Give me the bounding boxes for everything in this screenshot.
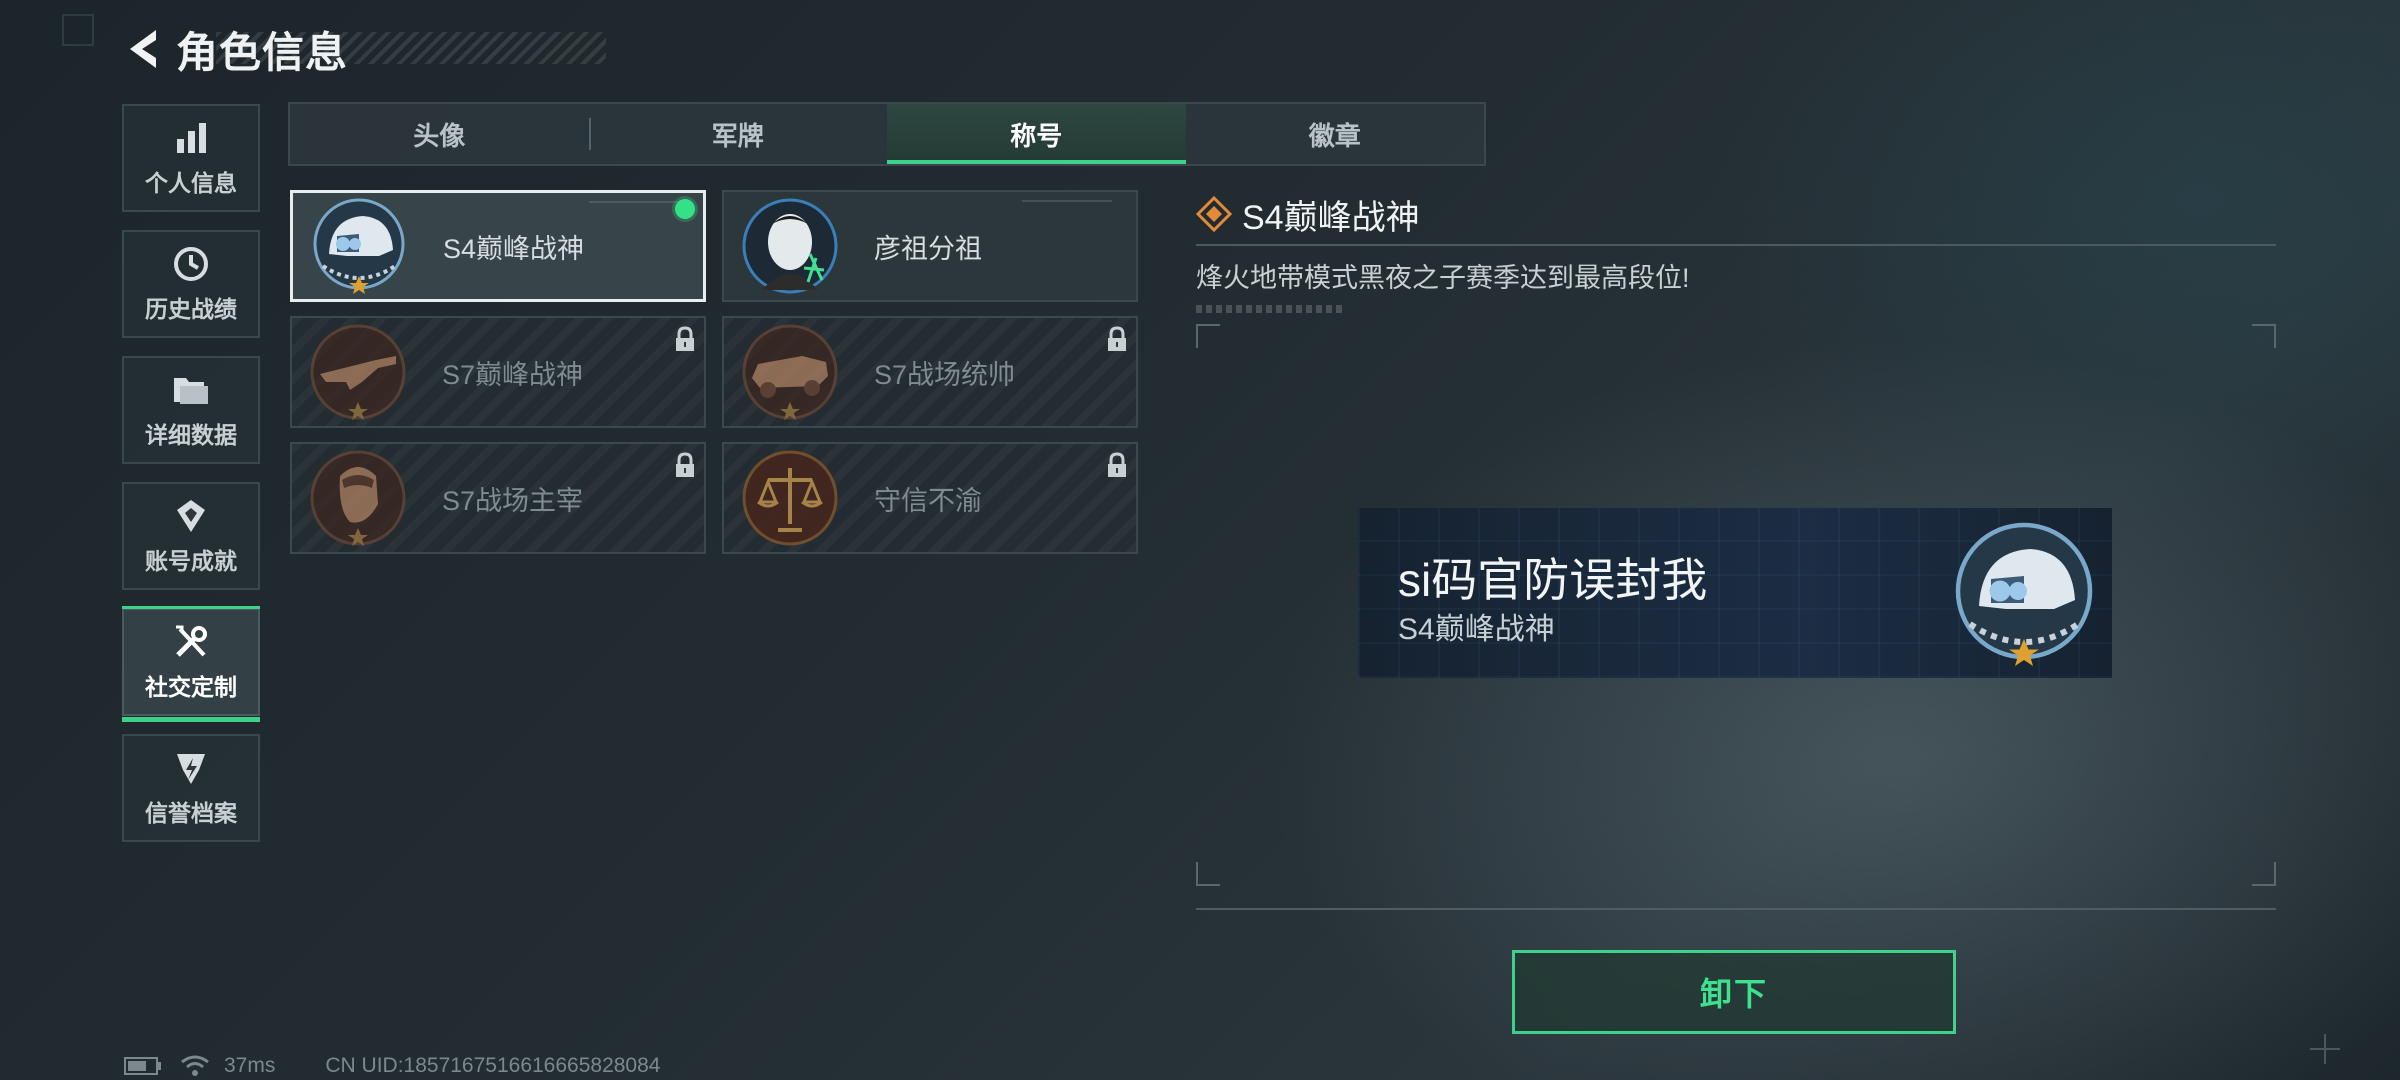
- title-name: 守信不渝: [874, 485, 982, 516]
- tab-dog-tag[interactable]: 军牌: [588, 104, 888, 164]
- helmet-emblem-icon: [1955, 522, 2093, 666]
- frame-corner: [1196, 862, 1220, 886]
- title-preview-banner: si码官防误封我 S4巅峰战神: [1358, 508, 2112, 678]
- sidebar-item-label: 信誉档案: [145, 800, 237, 826]
- title-name: S7战场统帅: [874, 359, 1016, 390]
- sidebar: 个人信息 历史战绩 详细数据 账号成就 社交定制 信誉档案: [122, 104, 260, 860]
- scales-emblem-icon: [742, 450, 838, 546]
- battery-icon: [124, 1057, 161, 1075]
- title-name: S7战场主宰: [442, 485, 584, 516]
- ping-text: 37ms: [224, 1054, 276, 1077]
- title-name: 彦祖分祖: [874, 233, 982, 264]
- soldier-emblem-icon: [310, 450, 406, 546]
- lock-icon: [676, 452, 694, 477]
- lock-icon: [676, 326, 694, 351]
- diamond-icon: [1196, 196, 1232, 232]
- plus-icon: [2310, 1034, 2340, 1064]
- title-card-s4-peak-god[interactable]: S4巅峰战神: [290, 190, 706, 302]
- title-card-s7-dominator[interactable]: S7战场主宰: [290, 442, 706, 554]
- header: 角色信息: [122, 24, 606, 76]
- detail-description: 烽火地带模式黑夜之子赛季达到最高段位!: [1196, 263, 1690, 293]
- preview-title: S4巅峰战神: [1398, 613, 1555, 646]
- title-grid: S4巅峰战神 彦祖分祖 S7巅峰战神 S7战场统帅 S7战场主宰 守信不渝: [290, 190, 1140, 554]
- portrait-emblem-icon: [742, 198, 838, 294]
- title-name: S4巅峰战神: [443, 233, 585, 264]
- back-arrow-icon[interactable]: [122, 26, 162, 72]
- credit-icon: [171, 748, 211, 788]
- detail-title: S4巅峰战神: [1242, 198, 1420, 237]
- tab-avatar[interactable]: 头像: [290, 104, 589, 164]
- corner-marker: [62, 14, 94, 46]
- divider: [1196, 244, 2276, 246]
- sidebar-item-label: 个人信息: [145, 170, 237, 196]
- title-name: S7巅峰战神: [442, 359, 584, 390]
- tab-badge[interactable]: 徽章: [1186, 104, 1485, 164]
- title-card-keep-faith[interactable]: 守信不渝: [722, 442, 1138, 554]
- status-bar: 37ms CN UID:1857167516616665828084: [124, 1054, 660, 1078]
- sidebar-item-credit-record[interactable]: 信誉档案: [122, 734, 260, 842]
- tab-title[interactable]: 称号: [887, 104, 1186, 164]
- divider: [1196, 908, 2276, 910]
- detail-header: S4巅峰战神: [1196, 188, 2276, 240]
- page-title-wrap: 角色信息: [176, 24, 606, 76]
- title-card-s7-commander[interactable]: S7战场统帅: [722, 316, 1138, 428]
- page-title: 角色信息: [176, 28, 349, 76]
- sidebar-item-achievements[interactable]: 账号成就: [122, 482, 260, 590]
- title-detail: S4巅峰战神 烽火地带模式黑夜之子赛季达到最高段位!: [1196, 188, 2276, 313]
- decorative-text: [1196, 305, 1346, 313]
- lock-icon: [1108, 452, 1126, 477]
- helmet-emblem-icon: [313, 198, 405, 294]
- frame-corner: [1196, 324, 1220, 348]
- frame-corner: [2252, 324, 2276, 348]
- sidebar-item-label: 历史战绩: [145, 296, 237, 322]
- folder-icon: [171, 370, 211, 410]
- achievement-icon: [171, 496, 211, 536]
- frame-corner: [2252, 862, 2276, 886]
- tab-bar: 头像 军牌 称号 徽章: [288, 102, 1486, 166]
- title-card-s7-peak-god[interactable]: S7巅峰战神: [290, 316, 706, 428]
- clock-icon: [171, 244, 211, 284]
- equipped-indicator: [675, 199, 695, 219]
- preview-player-name: si码官防误封我: [1398, 554, 1708, 606]
- card-deco: [1022, 200, 1112, 202]
- wifi-icon: [181, 1055, 209, 1076]
- bar-chart-icon: [171, 118, 211, 158]
- card-deco: [589, 201, 679, 203]
- vehicle-emblem-icon: [742, 324, 838, 420]
- title-card-yanzu[interactable]: 彦祖分祖: [722, 190, 1138, 302]
- rifle-emblem-icon: [310, 324, 406, 420]
- unequip-button[interactable]: 卸下: [1512, 950, 1956, 1034]
- sidebar-item-label: 账号成就: [145, 548, 237, 574]
- sidebar-item-label: 社交定制: [145, 674, 237, 700]
- uid-text: CN UID:1857167516616665828084: [325, 1054, 661, 1077]
- tools-icon: [171, 622, 211, 662]
- sidebar-item-social-customization[interactable]: 社交定制: [122, 606, 260, 722]
- lock-icon: [1108, 326, 1126, 351]
- sidebar-item-personal-info[interactable]: 个人信息: [122, 104, 260, 212]
- sidebar-item-match-history[interactable]: 历史战绩: [122, 230, 260, 338]
- sidebar-item-detailed-data[interactable]: 详细数据: [122, 356, 260, 464]
- unequip-label: 卸下: [1699, 976, 1768, 1012]
- sidebar-item-label: 详细数据: [145, 422, 237, 448]
